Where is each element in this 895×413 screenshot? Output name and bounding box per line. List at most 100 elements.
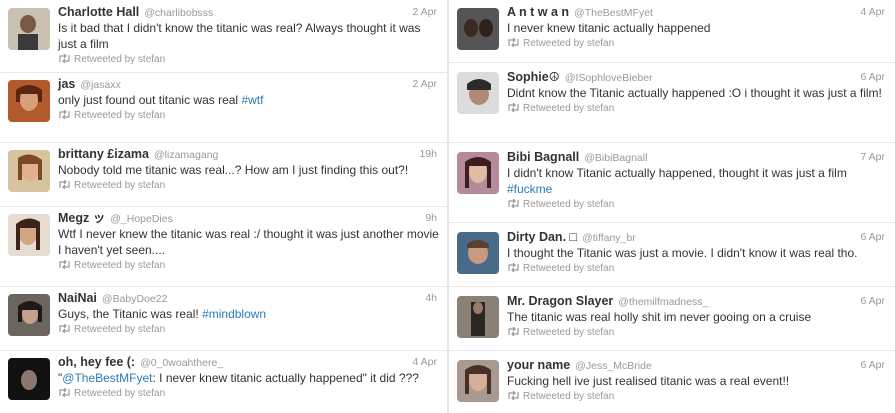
avatar[interactable]	[8, 150, 50, 192]
user-name[interactable]: Dirty Dan. □	[507, 230, 577, 244]
tweet[interactable]: Bibi Bagnall @BibiBagnall 7 Apr I didn't …	[449, 142, 895, 223]
retweet-info: Retweeted by stefan	[507, 102, 887, 116]
retweet-info: Retweeted by stefan	[507, 198, 887, 212]
retweet-icon	[508, 103, 519, 112]
tweet-time[interactable]: 6 Apr	[860, 293, 885, 309]
avatar[interactable]	[8, 358, 50, 400]
tweet-text: The titanic was real holly shit im never…	[507, 310, 812, 324]
tweet-text: I never knew titanic actually happened	[507, 21, 711, 35]
avatar[interactable]	[457, 296, 499, 338]
user-handle[interactable]: @TheBestMFyet	[574, 7, 653, 19]
retweet-icon	[508, 391, 519, 400]
tweet[interactable]: oh, hey fee (: @0_0woahthere_ 4 Apr "@The…	[0, 350, 447, 413]
tweet[interactable]: Dirty Dan. □ @tiffany_br 6 Apr I thought …	[449, 222, 895, 287]
avatar[interactable]	[8, 214, 50, 256]
tweet[interactable]: jas @jasaxx 2 Apr only just found out tit…	[0, 72, 447, 143]
tweet-time[interactable]: 9h	[425, 210, 437, 226]
user-handle[interactable]: @lizamagang	[154, 149, 218, 161]
tweet[interactable]: your name @Jess_McBride 6 Apr Fucking hel…	[449, 350, 895, 413]
user-handle[interactable]: @themilfmadness_	[618, 296, 708, 308]
avatar[interactable]	[457, 8, 499, 50]
retweet-info: Retweeted by stefan	[507, 390, 887, 404]
timeline: Charlotte Hall @charlibobsss 2 Apr Is it …	[0, 0, 895, 413]
retweet-info: Retweeted by stefan	[58, 259, 439, 273]
tweet[interactable]: A n t w a n @TheBestMFyet 4 Apr I never k…	[449, 0, 895, 63]
user-handle[interactable]: @Jess_McBride	[575, 360, 652, 372]
user-name[interactable]: Charlotte Hall	[58, 5, 139, 19]
retweet-info: Retweeted by stefan	[507, 326, 887, 340]
tweet[interactable]: Sophie☮ @ISophloveBieber 6 Apr Didnt know…	[449, 62, 895, 143]
hashtag-link[interactable]: #wtf	[241, 93, 263, 107]
retweet-info: Retweeted by stefan	[58, 53, 439, 67]
retweet-icon	[59, 110, 70, 119]
user-handle[interactable]: @ISophloveBieber	[565, 72, 653, 84]
hashtag-link[interactable]: #mindblown	[202, 307, 266, 321]
avatar[interactable]	[457, 232, 499, 274]
user-handle[interactable]: @charlibobsss	[144, 7, 213, 19]
tweet[interactable]: NaiNai @BabyDoe22 4h Guys, the Titanic wa…	[0, 286, 447, 351]
tweet-time[interactable]: 6 Apr	[860, 69, 885, 85]
tweet-text: Is it bad that I didn't know the titanic…	[58, 21, 421, 51]
tweet-text: Nobody told me titanic was real...? How …	[58, 163, 409, 177]
avatar[interactable]	[8, 294, 50, 336]
tweet-time[interactable]: 19h	[419, 146, 437, 162]
retweet-info: Retweeted by stefan	[58, 179, 439, 193]
tweet-time[interactable]: 6 Apr	[860, 229, 885, 245]
retweet-icon	[508, 38, 519, 47]
retweet-icon	[508, 263, 519, 272]
avatar[interactable]	[457, 360, 499, 402]
user-handle[interactable]: @jasaxx	[80, 79, 120, 91]
avatar[interactable]	[457, 152, 499, 194]
user-name[interactable]: NaiNai	[58, 291, 97, 305]
user-handle[interactable]: @BibiBagnall	[584, 152, 647, 164]
user-name[interactable]: your name	[507, 358, 570, 372]
tweet-time[interactable]: 6 Apr	[860, 357, 885, 373]
tweet-time[interactable]: 7 Apr	[860, 149, 885, 165]
tweet-time[interactable]: 4h	[425, 290, 437, 306]
tweet[interactable]: brittany £izama @lizamagang 19h Nobody to…	[0, 142, 447, 207]
tweet-text: I didn't know Titanic actually happened,…	[507, 166, 847, 196]
tweet-time[interactable]: 4 Apr	[412, 354, 437, 370]
user-name[interactable]: oh, hey fee (:	[58, 355, 135, 369]
user-handle[interactable]: @_HopeDies	[110, 213, 173, 225]
user-name[interactable]: Mr. Dragon Slayer	[507, 294, 613, 308]
retweet-icon	[59, 260, 70, 269]
user-name[interactable]: Sophie☮	[507, 70, 560, 84]
user-name[interactable]: A n t w a n	[507, 5, 569, 19]
tweet-text: "@TheBestMFyet: I never knew titanic act…	[58, 371, 419, 385]
avatar[interactable]	[8, 8, 50, 50]
avatar[interactable]	[457, 72, 499, 114]
retweet-info: Retweeted by stefan	[58, 109, 439, 123]
retweet-icon	[508, 199, 519, 208]
tweet-time[interactable]: 2 Apr	[412, 76, 437, 92]
retweet-info: Retweeted by stefan	[507, 37, 887, 51]
user-name[interactable]: jas	[58, 77, 75, 91]
tweet[interactable]: Mr. Dragon Slayer @themilfmadness_ 6 Apr …	[449, 286, 895, 351]
tweet-text: Fucking hell ive just realised titanic w…	[507, 374, 790, 388]
user-name[interactable]: Bibi Bagnall	[507, 150, 579, 164]
tweet-time[interactable]: 2 Apr	[412, 4, 437, 20]
user-handle[interactable]: @BabyDoe22	[102, 293, 168, 305]
tweet[interactable]: Charlotte Hall @charlibobsss 2 Apr Is it …	[0, 0, 447, 73]
user-name[interactable]: Megz ッ	[58, 211, 105, 225]
tweet-text: Guys, the Titanic was real! #mindblown	[58, 307, 267, 321]
retweet-icon	[508, 327, 519, 336]
retweet-info: Retweeted by stefan	[507, 262, 887, 276]
tweet-text: Didnt know the Titanic actually happened…	[507, 86, 882, 100]
retweet-icon	[59, 54, 70, 63]
retweet-info: Retweeted by stefan	[58, 323, 439, 337]
tweet-text: Wtf I never knew the titanic was real :/…	[58, 227, 439, 257]
mention-link[interactable]: @TheBestMFyet	[62, 371, 152, 385]
avatar[interactable]	[8, 80, 50, 122]
tweet-time[interactable]: 4 Apr	[860, 4, 885, 20]
retweet-icon	[59, 388, 70, 397]
tweet-text: I thought the Titanic was just a movie. …	[507, 246, 858, 260]
retweet-icon	[59, 180, 70, 189]
user-handle[interactable]: @0_0woahthere_	[140, 357, 223, 369]
retweet-icon	[59, 324, 70, 333]
retweet-info: Retweeted by stefan	[58, 387, 439, 401]
hashtag-link[interactable]: #fuckme	[507, 182, 552, 196]
tweet[interactable]: Megz ッ @_HopeDies 9h Wtf I never knew the…	[0, 206, 447, 287]
user-handle[interactable]: @tiffany_br	[582, 232, 636, 244]
user-name[interactable]: brittany £izama	[58, 147, 149, 161]
